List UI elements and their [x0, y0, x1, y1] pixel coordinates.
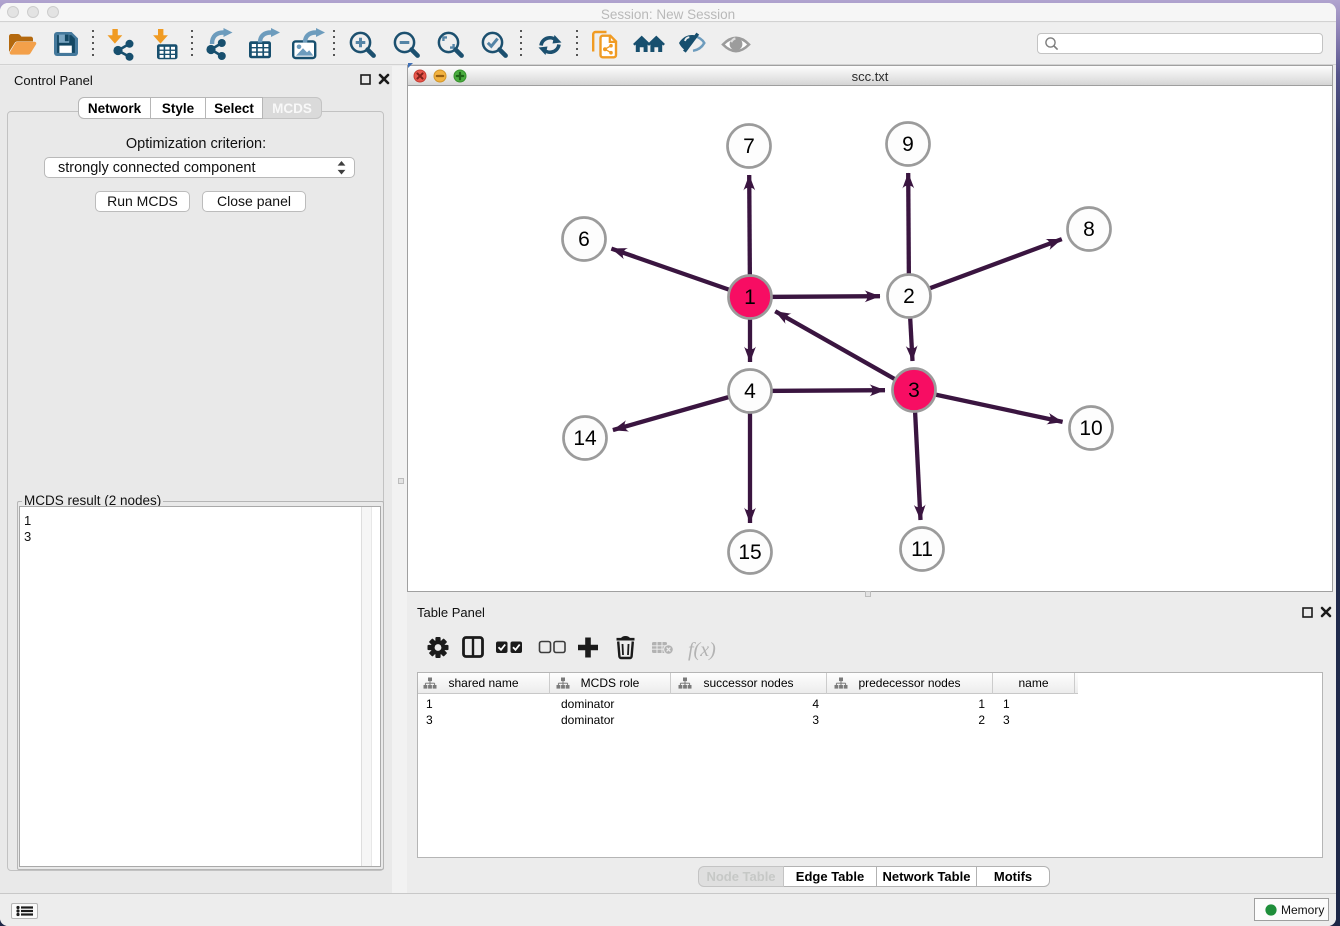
svg-text:7: 7: [743, 135, 755, 158]
svg-text:14: 14: [573, 427, 597, 450]
svg-text:2: 2: [903, 285, 915, 308]
svg-text:6: 6: [578, 228, 590, 251]
svg-text:f(x): f(x): [688, 639, 716, 661]
svg-text:3: 3: [908, 379, 920, 402]
svg-text:15: 15: [738, 541, 761, 564]
svg-text:9: 9: [902, 133, 914, 156]
svg-text:8: 8: [1083, 218, 1095, 241]
svg-text:1: 1: [744, 286, 756, 309]
svg-text:10: 10: [1079, 417, 1102, 440]
svg-text:11: 11: [911, 538, 933, 561]
svg-text:4: 4: [744, 380, 756, 403]
